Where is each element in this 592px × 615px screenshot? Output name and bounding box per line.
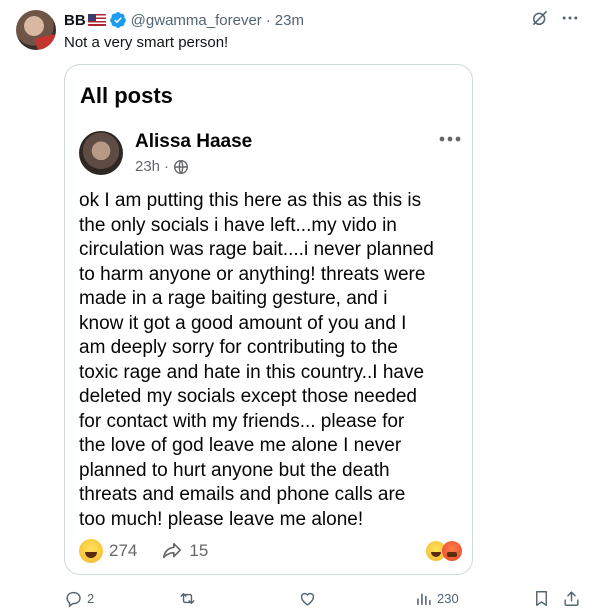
views-button[interactable]: 230 xyxy=(414,587,459,609)
post-body: ok I am putting this here as this as thi… xyxy=(79,190,434,530)
reply-button[interactable]: 2 xyxy=(64,587,94,609)
reply-icon xyxy=(64,589,83,608)
avatar[interactable] xyxy=(16,10,56,50)
reaction-emojis xyxy=(426,541,462,561)
grok-icon[interactable] xyxy=(530,8,550,28)
us-flag-icon xyxy=(87,14,106,26)
share-button[interactable] xyxy=(562,587,581,609)
globe-icon xyxy=(173,159,189,175)
views-icon xyxy=(414,589,433,608)
post-footer: 274 15 xyxy=(79,538,462,564)
bookmark-icon xyxy=(532,589,551,608)
views-count: 230 xyxy=(437,590,459,606)
reaction-count: 274 xyxy=(109,541,138,560)
share-icon xyxy=(161,540,183,562)
tweet[interactable]: BB @gwamma_forever · 23m Not a very smar… xyxy=(0,0,592,615)
timestamp[interactable]: 23m xyxy=(275,12,304,29)
avatar-badge xyxy=(34,33,56,50)
handle[interactable]: @gwamma_forever xyxy=(131,12,262,29)
post-meta: 23h · xyxy=(135,158,189,175)
author-name: Alissa Haase xyxy=(135,131,253,152)
more-icon[interactable] xyxy=(560,8,580,28)
bookmark-button[interactable] xyxy=(532,587,551,609)
shares: 15 xyxy=(161,540,208,562)
haha-emoji-icon xyxy=(79,539,103,563)
share-count: 15 xyxy=(189,541,209,560)
tweet-text: Not a very smart person! xyxy=(64,34,229,51)
verified-badge-icon[interactable] xyxy=(109,11,127,29)
section-title: All posts xyxy=(80,83,173,108)
post-more-icon xyxy=(436,129,464,149)
quoted-image[interactable]: All posts Alissa Haase 23h · ok I am put… xyxy=(64,64,473,575)
author-avatar xyxy=(79,131,123,175)
reply-count: 2 xyxy=(87,590,95,606)
tweet-actions: 2 230 xyxy=(64,587,584,609)
tweet-top-icons xyxy=(530,8,580,28)
display-name[interactable]: BB xyxy=(64,12,86,29)
upload-icon xyxy=(562,589,581,608)
heart-icon xyxy=(298,589,317,608)
reactions: 274 xyxy=(79,539,137,563)
like-button[interactable] xyxy=(298,587,321,609)
tweet-header: BB @gwamma_forever · 23m xyxy=(64,10,304,30)
repost-icon xyxy=(178,589,197,608)
angry-emoji-icon xyxy=(442,541,462,561)
repost-button[interactable] xyxy=(178,587,201,609)
post-time: 23h xyxy=(135,158,161,175)
separator: · xyxy=(265,11,271,29)
meta-separator: · xyxy=(164,158,170,175)
